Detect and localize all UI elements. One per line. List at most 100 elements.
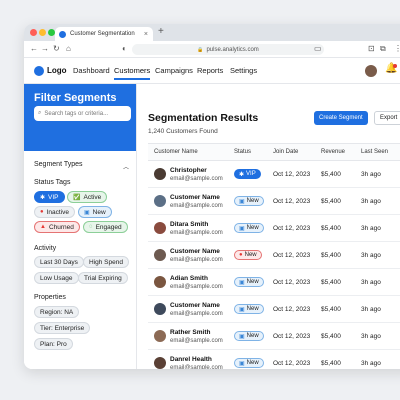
new-icon: ▣ xyxy=(239,360,245,367)
new-icon: ▣ xyxy=(84,209,90,216)
tag-plan-pro[interactable]: Plan: Pro xyxy=(34,338,73,350)
col-status[interactable]: Status xyxy=(234,149,251,155)
sidebar-title: Filter Segments xyxy=(34,92,117,104)
nav-customers[interactable]: Customers xyxy=(114,66,151,80)
tag-high-spend[interactable]: High Spend xyxy=(83,256,129,268)
tag-region-na[interactable]: Region: NA xyxy=(34,306,80,318)
table-row[interactable]: Christopher email@sample.com ✱ VIP Oct 12, 2… xyxy=(148,161,400,188)
col-last-seen[interactable]: Last Seen xyxy=(361,149,388,155)
home-icon[interactable]: ⌂ xyxy=(66,44,71,53)
revenue: $5,400 xyxy=(321,279,341,286)
address-bar-row: ← → ↻ ⌂ ◐ 🔒 pulse.analytics.com ▭ ⊡ ⧉ ⋮ xyxy=(24,41,400,58)
new-tab-button[interactable]: + xyxy=(158,26,164,37)
customer-name[interactable]: Ditara Smith xyxy=(170,221,208,228)
avatar xyxy=(154,168,166,180)
lock-icon: 🔒 xyxy=(197,46,204,53)
favicon-icon xyxy=(59,30,66,38)
last-seen: 3h ago xyxy=(361,171,381,178)
table-row[interactable]: Adian Smith email@sample.com ▣ New Oct 12, 2… xyxy=(148,269,400,296)
tag-vip[interactable]: ✱ VIP xyxy=(34,191,65,203)
col-join-date[interactable]: Join Date xyxy=(273,149,298,155)
tag-churned[interactable]: ▲ Churned xyxy=(34,221,80,233)
tag-engaged[interactable]: ◌ Engaged xyxy=(83,221,128,233)
tag-tier-enterprise[interactable]: Tier: Enterprise xyxy=(34,322,91,334)
user-avatar[interactable] xyxy=(365,65,377,77)
customer-name[interactable]: Customer Name xyxy=(170,248,220,255)
table-row[interactable]: Rather Smith email@sample.com ▣ New Oct 12, … xyxy=(148,323,400,350)
nav-campaigns[interactable]: Campaigns xyxy=(155,66,193,75)
customer-name[interactable]: Customer Name xyxy=(170,302,220,309)
nav-settings[interactable]: Settings xyxy=(230,66,257,75)
revenue: $5,400 xyxy=(321,306,341,313)
last-seen: 3h ago xyxy=(361,252,381,259)
nav-reports[interactable]: Reports xyxy=(197,66,223,75)
url-text: pulse.analytics.com xyxy=(206,46,259,53)
table-row[interactable]: Customer Name email@sample.com ▣ New Oct 12,… xyxy=(148,188,400,215)
reload-icon[interactable]: ↻ xyxy=(53,44,60,53)
table-row[interactable]: Customer Name email@sample.com ▣ New Oct 12,… xyxy=(148,296,400,323)
minimize-window-button[interactable] xyxy=(39,29,46,36)
table-row[interactable]: Customer Name email@sample.com ● New Oct 12,… xyxy=(148,242,400,269)
customer-name[interactable]: Customer Name xyxy=(170,194,220,201)
avatar xyxy=(154,195,166,207)
star-icon: ✱ xyxy=(40,194,46,201)
revenue: $5,400 xyxy=(321,171,341,178)
table-row[interactable]: Danrel Health email@sample.com ▣ New Oct 12,… xyxy=(148,350,400,369)
share-icon[interactable]: ⊡ xyxy=(368,44,375,53)
tag-last-30-days[interactable]: Last 30 Days xyxy=(34,256,84,268)
tag-low-usage[interactable]: Low Usage xyxy=(34,272,79,284)
app-navbar: Logo Dashboard Customers Campaigns Repor… xyxy=(24,58,400,84)
new-icon: ▣ xyxy=(239,225,245,232)
logo-text[interactable]: Logo xyxy=(47,66,67,75)
star-icon: ✱ xyxy=(239,171,245,178)
customer-name[interactable]: Danrel Health xyxy=(170,356,212,363)
customer-email: email@sample.com xyxy=(170,230,223,236)
segment-search-input[interactable]: ⌕ Search tags or criteria... xyxy=(34,106,131,121)
last-seen: 3h ago xyxy=(361,333,381,340)
status-badge: ▣ New xyxy=(234,331,264,341)
revenue: $5,400 xyxy=(321,225,341,232)
browser-tab[interactable]: Customer Segmentation × xyxy=(55,27,153,41)
avatar xyxy=(154,249,166,261)
shield-icon[interactable]: ◐ xyxy=(122,44,127,53)
forward-arrow-icon[interactable]: → xyxy=(41,44,49,53)
col-customer-name[interactable]: Customer Name xyxy=(154,149,198,155)
close-window-button[interactable] xyxy=(30,29,37,36)
join-date: Oct 12, 2023 xyxy=(273,252,311,259)
tag-active[interactable]: ✅ Active xyxy=(67,191,108,203)
avatar xyxy=(154,357,166,369)
customer-email: email@sample.com xyxy=(170,338,223,344)
maximize-window-button[interactable] xyxy=(48,29,55,36)
status-badge: ✱ VIP xyxy=(234,169,261,179)
chat-icon: ◌ xyxy=(89,224,93,230)
new-icon: ▣ xyxy=(239,279,245,286)
back-arrow-icon[interactable]: ← xyxy=(30,44,38,53)
status-tags-title: Status Tags xyxy=(34,179,71,186)
tag-trial-expiring[interactable]: Trial Expiring xyxy=(78,272,128,284)
col-revenue[interactable]: Revenue xyxy=(321,149,345,155)
bookmark-icon[interactable]: ▭ xyxy=(314,44,322,53)
url-bar[interactable]: 🔒 pulse.analytics.com xyxy=(132,44,324,55)
extensions-icon[interactable]: ⧉ xyxy=(380,44,386,54)
table-row[interactable]: Ditara Smith email@sample.com ▣ New Oct 12, … xyxy=(148,215,400,242)
nav-dashboard[interactable]: Dashboard xyxy=(73,66,110,75)
tag-new[interactable]: ▣ New xyxy=(78,206,112,218)
create-segment-button[interactable]: Create Segment xyxy=(314,111,368,125)
sidebar-header: Filter Segments ⌕ Search tags or criteri… xyxy=(24,84,136,151)
customer-email: email@sample.com xyxy=(170,257,223,263)
customer-name[interactable]: Adian Smith xyxy=(170,275,208,282)
logo-icon xyxy=(34,66,44,76)
customer-name[interactable]: Rather Smith xyxy=(170,329,210,336)
avatar xyxy=(154,330,166,342)
tag-inactive[interactable]: ● Inactive xyxy=(34,206,76,218)
segment-types-title[interactable]: Segment Types xyxy=(34,161,83,168)
menu-icon[interactable]: ⋮ xyxy=(394,44,400,53)
result-count: 1,240 Customers Found xyxy=(148,128,218,135)
status-badge: ▣ New xyxy=(234,304,264,314)
join-date: Oct 12, 2023 xyxy=(273,225,311,232)
chevron-up-icon[interactable]: ︿ xyxy=(123,162,129,171)
tab-close-icon[interactable]: × xyxy=(144,31,148,38)
export-button[interactable]: Export xyxy=(374,111,400,125)
customer-name[interactable]: Christopher xyxy=(170,167,207,174)
avatar xyxy=(154,222,166,234)
